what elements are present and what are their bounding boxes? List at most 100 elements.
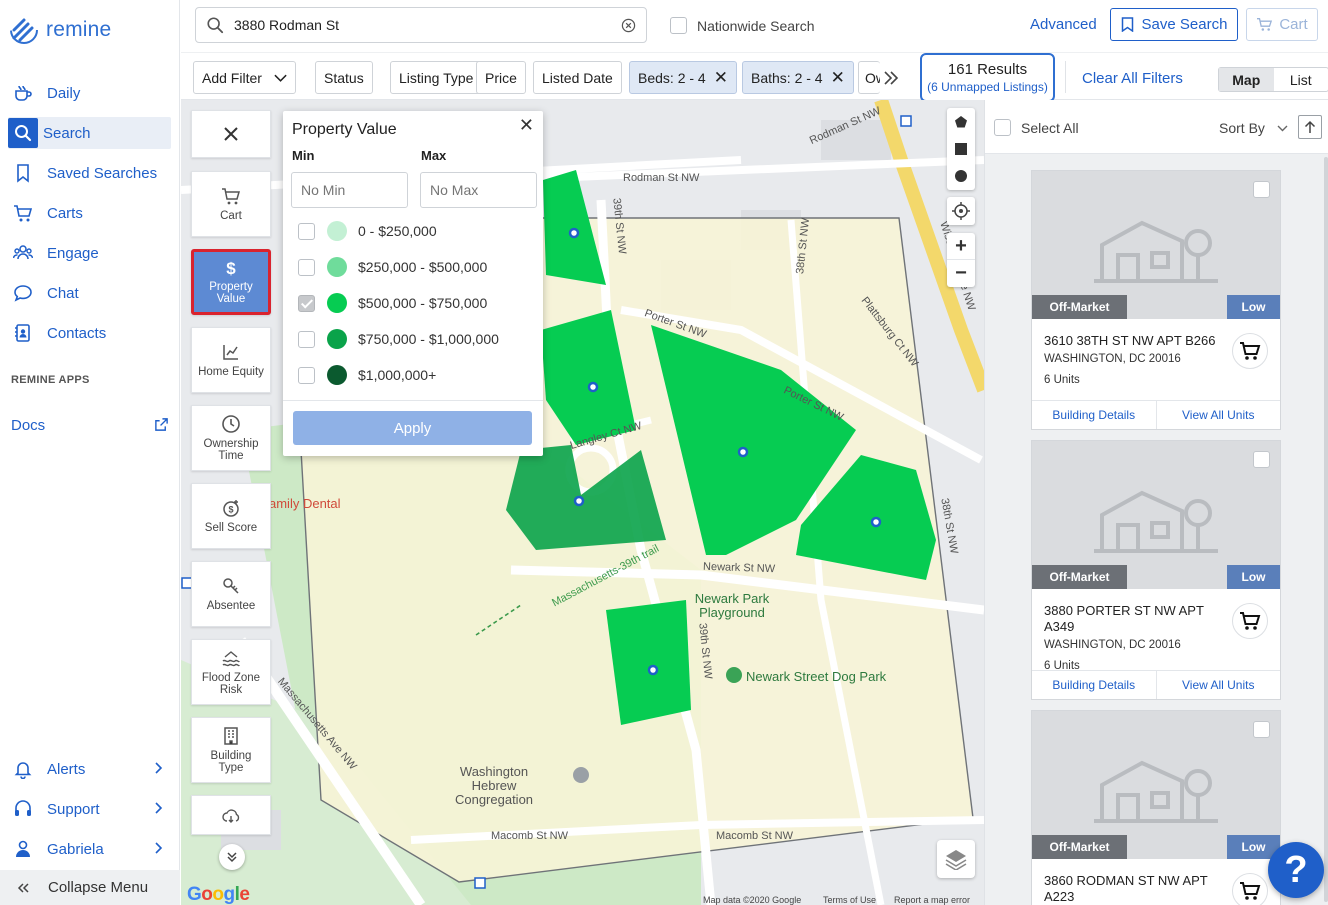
zoom-in-button[interactable]: + xyxy=(947,233,975,260)
listing-checkbox[interactable] xyxy=(1253,181,1270,198)
select-all-checkbox[interactable] xyxy=(994,119,1011,136)
tool-label: Sell Score xyxy=(204,522,258,534)
tool-label: Ownership Time xyxy=(203,438,259,462)
listing-card[interactable]: Off-Market Low 3610 38TH ST NW APT B266 … xyxy=(1031,170,1281,430)
unmapped-listings-link[interactable]: (6 Unmapped Listings) xyxy=(922,80,1053,94)
add-to-cart-button[interactable] xyxy=(1232,333,1268,369)
sidebar-item-label: Saved Searches xyxy=(47,164,158,182)
nationwide-search-toggle[interactable]: Nationwide Search xyxy=(670,17,815,34)
search-input[interactable] xyxy=(234,17,604,33)
sort-direction-button[interactable] xyxy=(1298,115,1322,139)
sidebar-item-daily[interactable]: Daily xyxy=(8,77,171,109)
tool-absentee[interactable]: Absentee xyxy=(191,561,271,627)
sidebar-item-engage[interactable]: Engage xyxy=(8,237,171,269)
cart-button[interactable]: Cart xyxy=(1246,8,1318,41)
range-checkbox[interactable] xyxy=(298,294,315,312)
value-range-option[interactable]: 0 - $250,000 xyxy=(298,221,437,241)
close-tools-button[interactable] xyxy=(191,110,271,158)
range-checkbox[interactable] xyxy=(298,222,315,240)
draw-rectangle-button[interactable] xyxy=(947,135,975,162)
remove-filter-icon[interactable]: ✕ xyxy=(714,68,728,88)
value-range-option[interactable]: $500,000 - $750,000 xyxy=(298,293,487,313)
draw-polygon-button[interactable] xyxy=(947,108,975,135)
building-details-link[interactable]: Building Details xyxy=(1032,671,1156,699)
filter-baths[interactable]: Baths: 2 - 4 ✕ xyxy=(742,61,854,94)
listing-card[interactable]: Off-Market Low 3880 PORTER ST NW APT A34… xyxy=(1031,440,1281,700)
tool-more[interactable] xyxy=(191,795,271,835)
advanced-link[interactable]: Advanced xyxy=(1030,16,1097,33)
building-details-link[interactable]: Building Details xyxy=(1032,401,1156,429)
select-all-toggle[interactable]: Select All xyxy=(994,119,1079,136)
range-checkbox[interactable] xyxy=(298,366,315,384)
filter-listed-date[interactable]: Listed Date xyxy=(533,61,622,94)
sidebar-item-search[interactable]: Search xyxy=(8,117,171,149)
draw-circle-button[interactable] xyxy=(947,162,975,189)
view-all-units-link[interactable]: View All Units xyxy=(1155,671,1281,699)
apply-button[interactable]: Apply xyxy=(293,411,532,445)
tool-building-type[interactable]: Building Type xyxy=(191,717,271,783)
range-checkbox[interactable] xyxy=(298,330,315,348)
terms-link[interactable]: Terms of Use xyxy=(823,895,876,905)
sort-by-dropdown[interactable]: Sort By xyxy=(1219,120,1288,136)
double-chevron-right-icon[interactable] xyxy=(881,68,901,88)
map-layers-button[interactable] xyxy=(937,840,975,878)
listing-card[interactable]: Off-Market Low 3860 RODMAN ST NW APT A22… xyxy=(1031,710,1281,905)
sidebar-item-support[interactable]: Support xyxy=(8,793,171,825)
remove-filter-icon[interactable]: ✕ xyxy=(831,68,845,88)
add-filter-label: Add Filter xyxy=(202,69,262,86)
results-scrollbar[interactable] xyxy=(1324,157,1328,902)
popup-close-icon[interactable]: ✕ xyxy=(519,115,534,136)
scroll-tools-down-icon[interactable] xyxy=(219,844,245,870)
sidebar-item-alerts[interactable]: Alerts xyxy=(8,753,171,785)
collapse-menu-button[interactable]: Collapse Menu xyxy=(0,870,180,905)
view-all-units-link[interactable]: View All Units xyxy=(1155,401,1281,429)
sidebar-item-contacts[interactable]: Contacts xyxy=(8,317,171,349)
filter-price[interactable]: Price xyxy=(476,61,526,94)
tool-flood-zone-risk[interactable]: Flood Zone Risk xyxy=(191,639,271,705)
sidebar-item-chat[interactable]: Chat xyxy=(8,277,171,309)
value-range-option[interactable]: $750,000 - $1,000,000 xyxy=(298,329,499,349)
search-field[interactable] xyxy=(195,7,647,43)
report-map-error-link[interactable]: Report a map error xyxy=(894,895,970,905)
filter-status[interactable]: Status xyxy=(315,61,373,94)
tool-ownership-time[interactable]: Ownership Time xyxy=(191,405,271,471)
tool-home-equity[interactable]: Home Equity xyxy=(191,327,271,393)
map-view[interactable]: Rodman St NW Rodman St NW 39th St NW 38t… xyxy=(181,100,984,905)
map-view-tab[interactable]: Map xyxy=(1219,68,1274,91)
nationwide-checkbox[interactable] xyxy=(670,17,687,34)
filter-listing-type[interactable]: Listing Type xyxy=(390,61,483,94)
tool-sell-score[interactable]: $ Sell Score xyxy=(191,483,271,549)
collapse-menu-label: Collapse Menu xyxy=(48,879,149,896)
range-checkbox[interactable] xyxy=(298,258,315,276)
save-search-button[interactable]: Save Search xyxy=(1110,8,1238,41)
list-view-tab[interactable]: List xyxy=(1274,68,1328,91)
max-value-input[interactable] xyxy=(420,172,537,208)
min-value-input[interactable] xyxy=(291,172,408,208)
sidebar-item-carts[interactable]: Carts xyxy=(8,197,171,229)
help-button[interactable]: ? xyxy=(1268,842,1324,898)
listing-checkbox[interactable] xyxy=(1253,451,1270,468)
add-to-cart-button[interactable] xyxy=(1232,873,1268,905)
value-range-option[interactable]: $250,000 - $500,000 xyxy=(298,257,487,277)
filter-beds[interactable]: Beds: 2 - 4 ✕ xyxy=(629,61,737,94)
filter-overflow[interactable]: Ow xyxy=(858,61,880,94)
chevron-down-icon xyxy=(274,74,287,82)
zoom-out-button[interactable]: − xyxy=(947,260,975,287)
clear-search-icon[interactable] xyxy=(621,18,636,33)
tool-cart[interactable]: Cart xyxy=(191,171,271,237)
add-filter-dropdown[interactable]: Add Filter xyxy=(193,61,296,94)
brand-logo[interactable]: remine xyxy=(8,14,111,46)
locate-button[interactable] xyxy=(947,197,975,225)
house-placeholder-icon xyxy=(1094,220,1218,283)
view-toggle: Map List xyxy=(1218,67,1328,92)
listing-checkbox[interactable] xyxy=(1253,721,1270,738)
sidebar-item-user[interactable]: Gabriela xyxy=(8,833,171,865)
results-count: 161 Results (6 Unmapped Listings) xyxy=(920,53,1055,102)
add-to-cart-button[interactable] xyxy=(1232,603,1268,639)
clear-all-filters-link[interactable]: Clear All Filters xyxy=(1082,70,1183,87)
docs-link[interactable]: Docs xyxy=(11,417,171,434)
sidebar-item-saved-searches[interactable]: Saved Searches xyxy=(8,157,171,189)
tool-property-value[interactable]: $ Property Value xyxy=(191,249,271,315)
value-range-option[interactable]: $1,000,000+ xyxy=(298,365,436,385)
place-label: Newark Park Playground xyxy=(694,591,770,620)
